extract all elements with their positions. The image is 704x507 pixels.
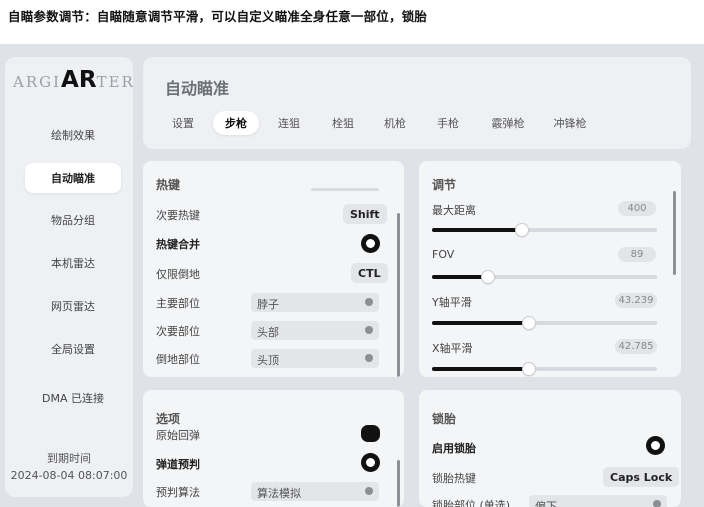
fov-value: 89 xyxy=(618,247,656,262)
sidebar-item-aimbot[interactable]: 自动瞄准 xyxy=(25,163,121,193)
knocked-part-select[interactable]: 头顶 xyxy=(251,349,379,368)
hotkey-panel-title: 热键 xyxy=(156,178,181,192)
x-smooth-label: X轴平滑 xyxy=(432,342,473,355)
raw-recoil-toggle[interactable] xyxy=(361,425,380,442)
slider-handle[interactable] xyxy=(482,271,495,283)
prediction-algorithm-select[interactable]: 算法模拟 xyxy=(251,482,379,501)
options-panel-title: 选项 xyxy=(156,412,181,426)
dma-status-label: DMA 已连接 xyxy=(42,392,104,405)
sidebar-item-draw-effects[interactable]: 绘制效果 xyxy=(25,120,121,150)
x-smooth-slider[interactable] xyxy=(432,363,657,375)
max-distance-label: 最大距离 xyxy=(432,204,476,217)
sidebar-item-local-radar[interactable]: 本机雷达 xyxy=(25,248,121,278)
tab-pistol[interactable]: 手枪 xyxy=(430,111,466,135)
tab-shotgun[interactable]: 霰弹枪 xyxy=(485,111,531,135)
dropdown-dot-icon xyxy=(365,354,373,362)
tire-lock-hotkey-label: 锁胎热键 xyxy=(432,472,476,485)
knocked-part-label: 倒地部位 xyxy=(156,353,200,366)
sidebar-item-label: 自动瞄准 xyxy=(51,172,95,185)
y-smooth-value: 43.239 xyxy=(615,293,657,308)
tire-lock-part-label: 锁胎部位 (单选) xyxy=(432,499,511,507)
primary-part-value: 脖子 xyxy=(257,298,279,311)
sidebar: ARGIARTER 绘制效果 自动瞄准 物品分组 本机雷达 网页雷达 全局设置 … xyxy=(5,57,133,497)
dropdown-dot-icon xyxy=(365,326,373,334)
slider-handle[interactable] xyxy=(516,224,528,236)
knocked-only-label: 仅限倒地 xyxy=(156,268,200,281)
page-title: 自动瞄准 xyxy=(165,79,230,98)
secondary-hotkey-label: 次要热键 xyxy=(156,209,200,222)
primary-part-select[interactable]: 脖子 xyxy=(251,293,379,312)
ballistic-prediction-toggle[interactable] xyxy=(361,453,380,472)
expire-label: 到期时间 xyxy=(47,452,91,465)
panel-divider xyxy=(311,188,379,191)
tab-bolt-sniper[interactable]: 栓狙 xyxy=(325,111,361,135)
logo: ARGIARTER xyxy=(13,67,135,93)
options-panel: 选项 原始回弹 弹道预判 预判算法 算法模拟 xyxy=(143,390,404,507)
dropdown-dot-icon xyxy=(653,500,661,507)
dma-status: DMA 已连接 xyxy=(25,383,121,413)
tab-smg[interactable]: 冲锋枪 xyxy=(547,111,593,135)
slider-fill xyxy=(432,367,529,371)
adjust-panel-title: 调节 xyxy=(432,178,457,192)
dropdown-dot-icon xyxy=(365,487,373,495)
slider-fill xyxy=(432,228,522,232)
ballistic-prediction-label: 弹道预判 xyxy=(156,458,200,471)
raw-recoil-label: 原始回弹 xyxy=(156,429,200,442)
sidebar-item-label: 物品分组 xyxy=(51,214,95,227)
tire-lock-panel-title: 锁胎 xyxy=(432,412,457,426)
tab-rifle[interactable]: 步枪 xyxy=(213,111,259,135)
prediction-algorithm-label: 预判算法 xyxy=(156,486,200,499)
knocked-part-value: 头顶 xyxy=(257,354,279,367)
slider-fill xyxy=(432,321,529,325)
slider-fill xyxy=(432,275,489,279)
adjust-panel: 调节 最大距离 400 FOV 89 Y轴平滑 43.239 X轴平滑 42.7… xyxy=(419,161,681,377)
sidebar-item-web-radar[interactable]: 网页雷达 xyxy=(25,291,121,321)
sidebar-item-label: 全局设置 xyxy=(51,343,95,356)
max-distance-value: 400 xyxy=(618,201,656,216)
hotkey-merge-label: 热键合并 xyxy=(156,238,200,251)
scrollbar[interactable] xyxy=(397,213,400,377)
y-smooth-label: Y轴平滑 xyxy=(432,296,472,309)
caption-text: 自瞄参数调节：自瞄随意调节平滑，可以自定义瞄准全身任意一部位，锁胎 xyxy=(8,9,428,24)
sidebar-item-label: 网页雷达 xyxy=(51,300,95,313)
x-smooth-value: 42.785 xyxy=(615,339,657,354)
scrollbar[interactable] xyxy=(397,460,400,507)
knocked-only-hotkey-button[interactable]: CTL xyxy=(351,263,388,283)
primary-part-label: 主要部位 xyxy=(156,297,200,310)
tire-lock-hotkey-button[interactable]: Caps Lock xyxy=(603,467,680,487)
slider-handle[interactable] xyxy=(522,363,535,375)
fov-slider[interactable] xyxy=(432,271,657,283)
dropdown-dot-icon xyxy=(365,298,373,306)
slider-handle[interactable] xyxy=(522,317,535,329)
hotkey-panel: 热键 次要热键 Shift 热键合并 仅限倒地 CTL 主要部位 脖子 次要部位… xyxy=(143,161,404,377)
sidebar-item-global-settings[interactable]: 全局设置 xyxy=(25,334,121,364)
sidebar-item-label: 本机雷达 xyxy=(51,257,95,270)
sidebar-item-label: 绘制效果 xyxy=(51,129,95,142)
enable-tire-lock-label: 启用锁胎 xyxy=(432,442,476,455)
y-smooth-slider[interactable] xyxy=(432,317,657,329)
expire-value: 2024-08-04 08:07:00 xyxy=(10,469,128,482)
header: 自动瞄准 设置 步枪 连狙 栓狙 机枪 手枪 霰弹枪 冲锋枪 xyxy=(143,57,691,149)
app-window: ARGIARTER 绘制效果 自动瞄准 物品分组 本机雷达 网页雷达 全局设置 … xyxy=(0,44,704,507)
tab-lmg[interactable]: 机枪 xyxy=(377,111,413,135)
enable-tire-lock-toggle[interactable] xyxy=(646,436,665,455)
prediction-algorithm-value: 算法模拟 xyxy=(257,487,301,500)
tab-dmr[interactable]: 连狙 xyxy=(271,111,307,135)
tire-lock-part-select[interactable]: 偏下 xyxy=(529,495,667,507)
secondary-part-select[interactable]: 头部 xyxy=(251,321,379,340)
secondary-part-value: 头部 xyxy=(257,326,279,339)
fov-label: FOV xyxy=(432,248,455,261)
secondary-part-label: 次要部位 xyxy=(156,325,200,338)
tire-lock-part-value: 偏下 xyxy=(535,500,557,507)
tab-settings[interactable]: 设置 xyxy=(167,111,199,135)
sidebar-item-item-groups[interactable]: 物品分组 xyxy=(25,205,121,235)
secondary-hotkey-button[interactable]: Shift xyxy=(343,204,387,224)
scrollbar[interactable] xyxy=(673,191,676,275)
max-distance-slider[interactable] xyxy=(432,224,657,236)
hotkey-merge-toggle[interactable] xyxy=(361,234,380,253)
tire-lock-panel: 锁胎 启用锁胎 锁胎热键 Caps Lock 锁胎部位 (单选) 偏下 xyxy=(419,390,681,507)
